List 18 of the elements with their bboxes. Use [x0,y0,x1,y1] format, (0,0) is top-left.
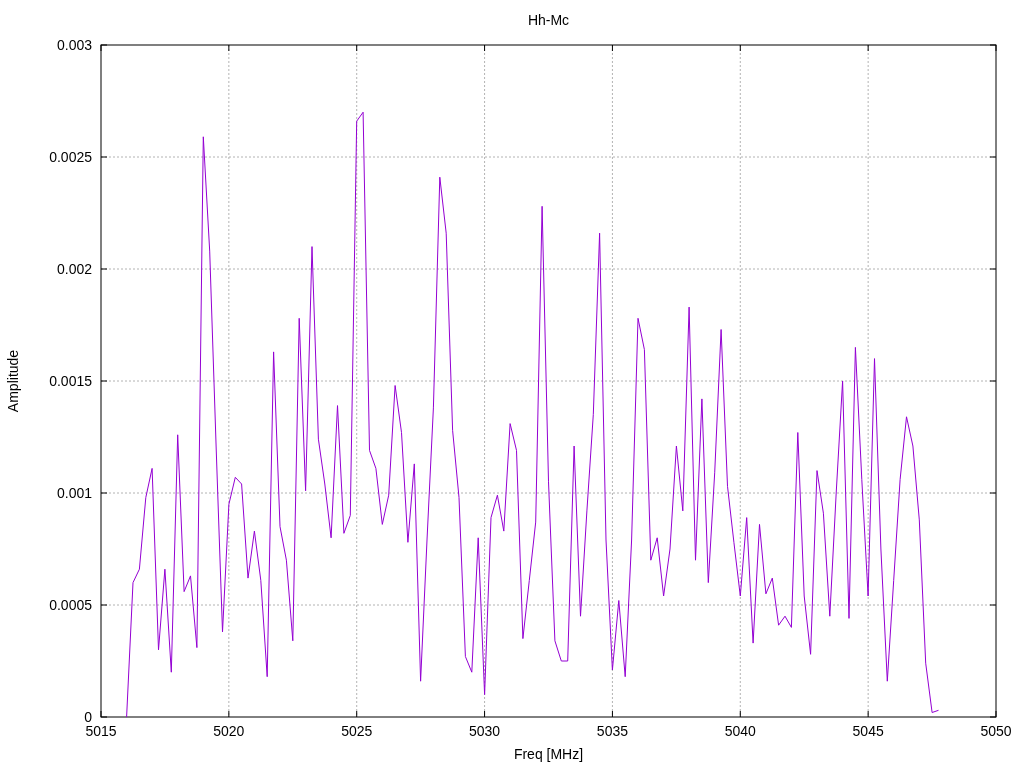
y-tick-label: 0.001 [56,485,92,501]
x-tick-label: 5035 [596,723,628,739]
y-axis-label: Amplitude [5,349,21,413]
x-tick-label: 5050 [980,723,1012,739]
x-tick-label: 5015 [85,723,117,739]
chart-title: Hh-Mc [527,12,570,28]
x-tick-label: 5040 [724,723,756,739]
x-axis-label: Freq [MHz] [513,746,584,762]
y-tick-label: 0.003 [56,37,92,53]
y-tick-label: 0.002 [56,261,92,277]
y-tick-label: 0.0015 [49,373,92,389]
y-tick-label: 0.0025 [49,149,92,165]
y-tick-label: 0 [84,709,92,725]
x-tick-label: 5020 [213,723,245,739]
x-tick-label: 5025 [341,723,373,739]
y-tick-label: 0.0005 [49,597,92,613]
x-tick-label: 5045 [852,723,884,739]
x-tick-label: 5030 [469,723,501,739]
